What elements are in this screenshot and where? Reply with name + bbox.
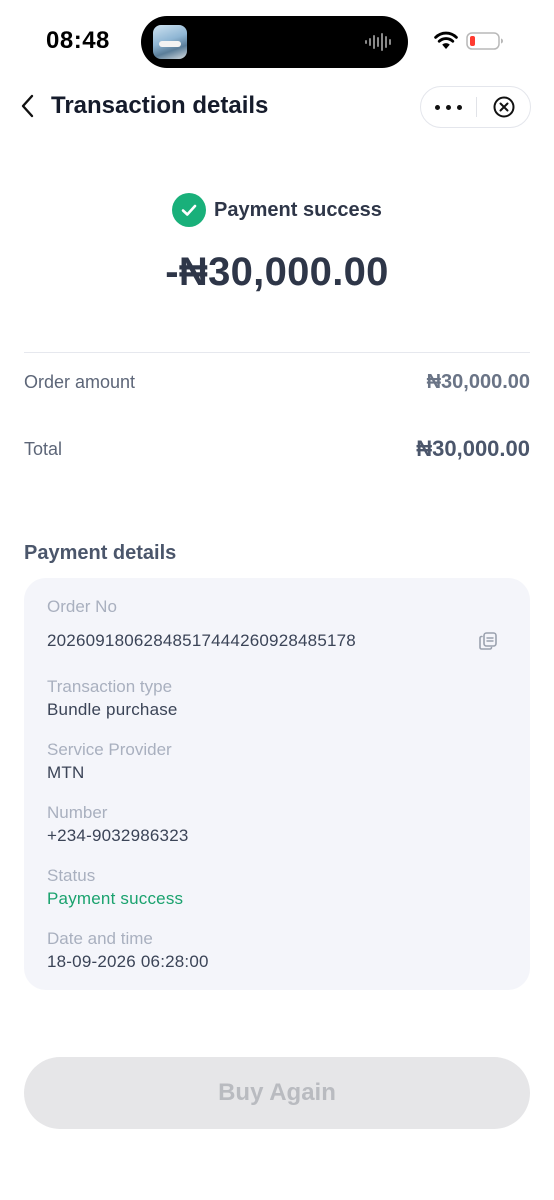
close-circle-icon — [493, 96, 515, 118]
transaction-type-field: Transaction type Bundle purchase — [47, 676, 507, 721]
total-label: Total — [24, 438, 63, 459]
order-amount-value: ₦30,000.00 — [426, 370, 530, 393]
order-amount-row: Order amount ₦30,000.00 — [24, 368, 530, 396]
order-no-value[interactable]: 20260918062848517444260928485178 — [47, 630, 507, 652]
close-button[interactable] — [477, 87, 531, 127]
status-value: Payment success — [47, 889, 184, 908]
status-time: 08:48 — [46, 27, 110, 54]
battery-icon — [466, 32, 503, 50]
order-amount-label: Order amount — [24, 371, 136, 392]
datetime-value: 18-09-2026 06:28:00 — [47, 952, 209, 971]
buy-again-button[interactable]: Buy Again — [24, 1057, 530, 1129]
total-value: ₦30,000.00 — [416, 436, 530, 461]
number-value: +234-9032986323 — [47, 826, 189, 845]
divider — [24, 352, 530, 353]
now-playing-artwork — [153, 25, 187, 59]
mini-program-capsule — [420, 86, 531, 128]
more-options-button[interactable] — [421, 87, 476, 127]
order-no-label: Order No — [47, 597, 117, 616]
more-dot-icon — [446, 104, 451, 110]
total-row: Total ₦30,000.00 — [24, 434, 530, 464]
audio-wave-icon — [365, 33, 391, 51]
payment-details-card: Order No 2026091806284851744426092848517… — [24, 578, 530, 990]
datetime-label: Date and time — [47, 929, 153, 948]
transaction-type-label: Transaction type — [47, 677, 173, 696]
service-provider-label: Service Provider — [47, 740, 172, 759]
more-dot-icon — [457, 104, 462, 110]
status-field: Status Payment success — [47, 865, 507, 910]
payment-details-title: Payment details — [24, 542, 177, 564]
copy-icon[interactable] — [478, 631, 498, 651]
more-dot-icon — [435, 104, 440, 110]
transaction-type-value: Bundle purchase — [47, 700, 178, 719]
payment-status-text: Payment success — [214, 198, 382, 221]
number-label: Number — [47, 803, 108, 822]
success-check-icon — [172, 193, 207, 227]
transaction-amount: -₦30,000.00 — [165, 250, 389, 294]
status-label: Status — [47, 866, 96, 885]
page-title: Transaction details — [51, 92, 269, 119]
order-no-field: Order No 2026091806284851744426092848517… — [47, 596, 507, 652]
payment-status-header: Payment success — [0, 192, 554, 228]
service-provider-value: MTN — [47, 763, 85, 782]
service-provider-field: Service Provider MTN — [47, 739, 507, 784]
number-field: Number +234-9032986323 — [47, 802, 507, 847]
nav-bar: Transaction details — [0, 80, 554, 134]
dynamic-island[interactable] — [141, 16, 408, 68]
status-bar: 08:48 — [0, 0, 554, 80]
datetime-field: Date and time 18-09-2026 06:28:00 — [47, 928, 507, 973]
wifi-icon — [434, 31, 458, 49]
back-chevron-icon[interactable] — [17, 92, 41, 120]
